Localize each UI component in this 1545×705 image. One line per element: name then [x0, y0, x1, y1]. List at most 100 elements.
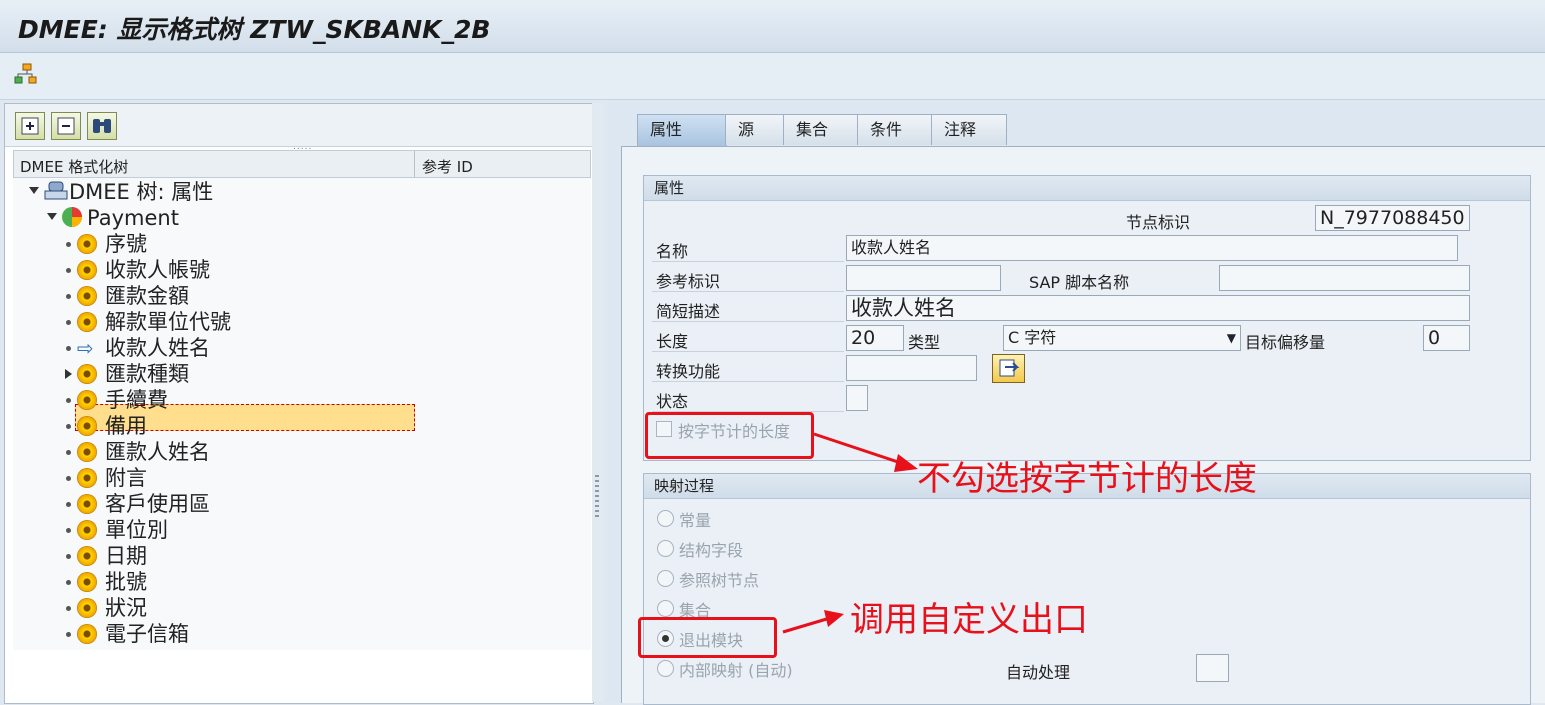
- element-node-icon: [77, 312, 97, 332]
- auto-process-label: 自动处理: [1006, 663, 1071, 682]
- label-cell: 转换功能: [652, 354, 844, 382]
- tree-item-label: 匯款金額: [105, 284, 189, 308]
- tree-bullet: [66, 606, 71, 611]
- mapping-option-label: 内部映射 (自动): [679, 661, 793, 680]
- mapping-radio[interactable]: [657, 600, 674, 617]
- format-tree-icon: [44, 181, 68, 200]
- element-node-icon: [77, 260, 97, 280]
- tree-item-label: 單位別: [105, 518, 168, 542]
- offset-label: 目标偏移量: [1245, 333, 1326, 352]
- tree-item-label: 收款人姓名: [105, 336, 210, 360]
- hierarchy-icon[interactable]: [14, 63, 38, 85]
- chevron-down-icon[interactable]: ▼: [1227, 326, 1236, 350]
- column-header-format-tree[interactable]: DMEE 格式化树: [20, 156, 128, 177]
- sap-script-field[interactable]: [1219, 265, 1470, 291]
- tree-item[interactable]: 單位別: [105, 517, 168, 543]
- mapping-option-label: 参照树节点: [679, 571, 760, 590]
- short-desc-label: 简短描述: [656, 302, 721, 321]
- mapping-radio[interactable]: [657, 660, 674, 677]
- expand-toggle-icon[interactable]: [65, 369, 72, 379]
- short-desc-field[interactable]: 收款人姓名: [846, 295, 1470, 321]
- expand-all-button[interactable]: [15, 112, 45, 140]
- tree-item-label: 手續費: [105, 388, 168, 412]
- column-header-ref-id[interactable]: 参考 ID: [422, 156, 473, 177]
- mapping-radio[interactable]: [657, 510, 674, 527]
- tree-item-label: 日期: [105, 544, 147, 568]
- expand-subtree-icon: [21, 117, 39, 135]
- length-field[interactable]: 20: [846, 325, 904, 351]
- label-cell: 参考标识: [652, 264, 844, 292]
- conversion-field[interactable]: [846, 355, 977, 381]
- type-dropdown[interactable]: C 字符 ▼: [1003, 325, 1241, 351]
- tree-item[interactable]: 備用: [105, 413, 147, 439]
- tree-item-label: 電子信箱: [105, 622, 189, 646]
- tree-item[interactable]: 收款人姓名: [105, 335, 210, 361]
- collapse-all-button[interactable]: [51, 112, 81, 140]
- type-value: C 字符: [1008, 328, 1057, 347]
- tree-item[interactable]: 匯款金額: [105, 283, 189, 309]
- tree-item[interactable]: 狀況: [105, 595, 147, 621]
- tab-attributes[interactable]: 属性: [637, 114, 727, 146]
- segment-icon: [62, 207, 82, 227]
- length-label: 长度: [656, 332, 689, 351]
- element-node-icon: [77, 624, 97, 644]
- panel-splitter[interactable]: [592, 103, 604, 702]
- tree-root[interactable]: DMEE 树: 属性: [69, 179, 213, 205]
- tree-item[interactable]: 收款人帳號: [105, 257, 210, 283]
- tab-conditions[interactable]: 条件: [857, 114, 933, 145]
- tree-item[interactable]: 客戶使用區: [105, 491, 210, 517]
- status-label: 状态: [656, 392, 689, 411]
- auto-process-field[interactable]: [1196, 654, 1229, 682]
- tree-item-label: 解款單位代號: [105, 310, 231, 334]
- tree-item[interactable]: 電子信箱: [105, 621, 189, 647]
- tree-bullet: [66, 294, 71, 299]
- sap-script-label: SAP 脚本名称: [1029, 273, 1130, 292]
- element-node-icon: [77, 390, 97, 410]
- tree-toolbar: .....: [5, 104, 593, 152]
- expand-toggle-icon[interactable]: [47, 213, 57, 220]
- offset-field[interactable]: 0: [1423, 325, 1470, 351]
- lookup-icon: [999, 359, 1020, 377]
- ref-id-field[interactable]: [846, 265, 1001, 291]
- conversion-lookup-button[interactable]: [992, 354, 1025, 383]
- tree-item-label: 客戶使用區: [105, 492, 210, 516]
- annotation-note-exit-module: 调用自定义出口: [850, 600, 1088, 640]
- element-node-icon: [77, 546, 97, 566]
- tree-item[interactable]: 序號: [105, 231, 147, 257]
- tree-item[interactable]: 匯款種類: [105, 361, 189, 387]
- mapping-radio[interactable]: [657, 540, 674, 557]
- element-node-icon: [77, 416, 97, 436]
- name-field[interactable]: 收款人姓名: [846, 235, 1458, 261]
- tab-collection[interactable]: 集合: [783, 114, 859, 145]
- tree-bullet: [66, 450, 71, 455]
- tab-source[interactable]: 源: [725, 114, 785, 145]
- tab-notes[interactable]: 注释: [931, 114, 1007, 145]
- selected-arrow-icon: ⇨: [77, 336, 94, 360]
- find-button[interactable]: [87, 112, 117, 140]
- tree-bullet: [66, 528, 71, 533]
- tree-item[interactable]: 匯款人姓名: [105, 439, 210, 465]
- tree-item-label: 收款人帳號: [105, 258, 210, 282]
- tree-item-label: 附言: [105, 466, 147, 490]
- binoculars-icon: [93, 119, 111, 133]
- tree-item[interactable]: 批號: [105, 569, 147, 595]
- tree-item[interactable]: 手續費: [105, 387, 168, 413]
- label-cell: 长度: [652, 324, 844, 352]
- tree-bullet: [66, 268, 71, 273]
- tree-bullet: [66, 476, 71, 481]
- annotation-box-byte-length: [645, 412, 814, 459]
- tree-item-label: 匯款人姓名: [105, 440, 210, 464]
- tree-bullet: [66, 320, 71, 325]
- status-field[interactable]: [846, 385, 868, 411]
- expand-toggle-icon[interactable]: [29, 187, 39, 194]
- tree-bullet: [66, 554, 71, 559]
- tree-bullet: [66, 502, 71, 507]
- tree-item[interactable]: 附言: [105, 465, 147, 491]
- tree-item[interactable]: 日期: [105, 543, 147, 569]
- element-node-icon: [77, 234, 97, 254]
- tree-segment-payment[interactable]: Payment: [87, 205, 179, 231]
- annotation-box-exit-module: [638, 617, 777, 658]
- mapping-radio[interactable]: [657, 570, 674, 587]
- tree-item[interactable]: 解款單位代號: [105, 309, 231, 335]
- name-label: 名称: [656, 242, 689, 261]
